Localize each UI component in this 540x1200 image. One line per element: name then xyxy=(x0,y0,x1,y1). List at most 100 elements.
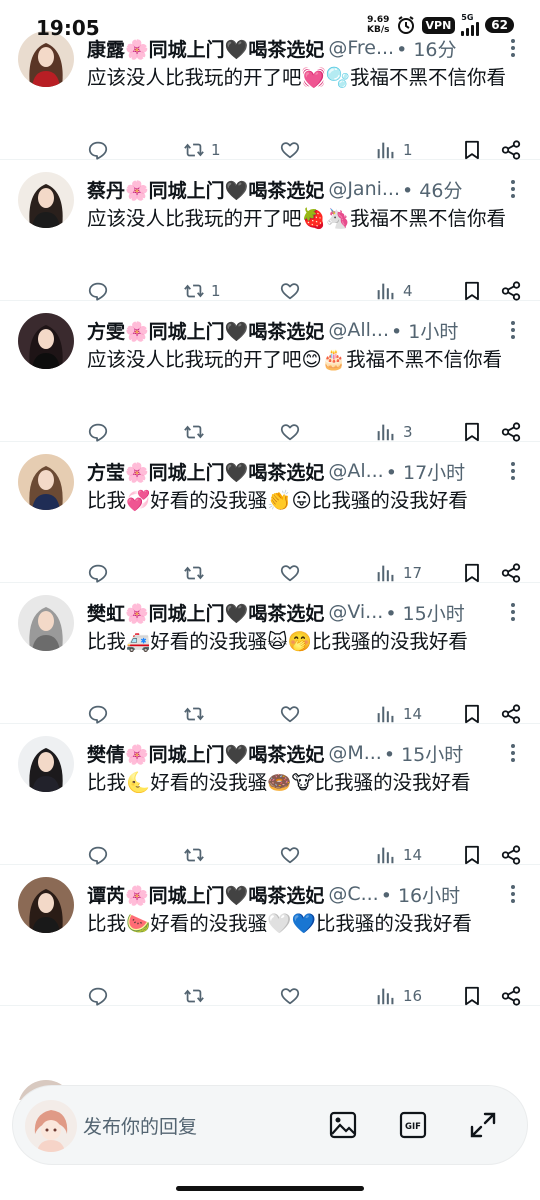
tweet-header: 方雯🌸同城上门🖤喝茶选妃 @All... • 1小时 xyxy=(87,317,517,343)
more-icon[interactable] xyxy=(504,601,522,623)
view-count: 4 xyxy=(403,282,413,300)
retweet-icon xyxy=(183,985,205,1007)
more-icon[interactable] xyxy=(504,37,522,59)
user-handle: @C... xyxy=(328,883,379,905)
bookmark-button[interactable] xyxy=(461,983,483,1009)
view-count: 16 xyxy=(403,987,423,1005)
tweet[interactable]: 康露🌸同城上门🖤喝茶选妃 @Fre... • 16分 应该没人比我玩的开了吧💓🫧我福不… xyxy=(0,19,540,160)
tweet-time[interactable]: • 46分 xyxy=(402,176,462,203)
views-icon xyxy=(375,703,397,725)
avatar[interactable] xyxy=(18,595,74,651)
tweet-time[interactable]: • 16分 xyxy=(396,35,456,62)
svg-text:GIF: GIF xyxy=(405,1122,421,1132)
avatar[interactable] xyxy=(18,736,74,792)
display-name[interactable]: 方雯🌸同城上门🖤喝茶选妃 xyxy=(87,317,324,344)
user-handle: @Vi... xyxy=(328,601,384,623)
bookmark-icon xyxy=(461,844,483,866)
network-speed-value: 9.69 xyxy=(367,15,390,25)
like-icon xyxy=(279,844,301,866)
tweet-time[interactable]: • 16小时 xyxy=(381,881,460,908)
views-icon xyxy=(375,421,397,443)
views-button[interactable]: 16 xyxy=(375,983,422,1009)
tweet[interactable]: 方莹🌸同城上门🖤喝茶选妃 @Al... • 17小时 比我💞好看的没我骚👏😛比我骚的没… xyxy=(0,442,540,583)
reply-composer[interactable]: 发布你的回复 GIF xyxy=(13,1086,527,1164)
share-button[interactable] xyxy=(500,983,522,1009)
display-name[interactable]: 蔡丹🌸同城上门🖤喝茶选妃 xyxy=(87,176,324,203)
tweet-time[interactable]: • 15小时 xyxy=(384,740,463,767)
bookmark-icon xyxy=(461,280,483,302)
signal-icon: 5G xyxy=(461,13,480,36)
tweet[interactable]: 樊倩🌸同城上门🖤喝茶选妃 @M... • 15小时比我🌜好看的没我骚🍩🐮比我骚的没我… xyxy=(0,724,540,865)
tweet[interactable]: 方雯🌸同城上门🖤喝茶选妃 @All... • 1小时 应该没人比我玩的开了吧😊🎂我福不… xyxy=(0,301,540,442)
display-name[interactable]: 樊倩🌸同城上门🖤喝茶选妃 xyxy=(87,740,324,767)
like-icon xyxy=(279,985,301,1007)
tweet-text: 比我💞好看的没我骚👏😛比我骚的没我好看 xyxy=(87,489,468,512)
bookmark-icon xyxy=(461,703,483,725)
more-icon[interactable] xyxy=(504,742,522,764)
retweet-count: 1 xyxy=(211,282,221,300)
display-name[interactable]: 方莹🌸同城上门🖤喝茶选妃 xyxy=(87,458,324,485)
like-icon xyxy=(279,280,301,302)
reply-input[interactable]: 发布你的回复 xyxy=(83,1112,197,1139)
bookmark-icon xyxy=(461,421,483,443)
tweet[interactable]: 谭芮🌸同城上门🖤喝茶选妃 @C... • 16小时 比我🍉好看的没我骚🤍💙比我骚的没我… xyxy=(0,865,540,1006)
share-icon xyxy=(500,280,522,302)
tweet-text: 比我🌜好看的没我骚🍩🐮比我骚的没我好看 xyxy=(87,771,471,794)
image-icon[interactable] xyxy=(328,1110,358,1140)
reply-button[interactable] xyxy=(87,983,115,1009)
expand-icon[interactable] xyxy=(468,1110,498,1140)
tweet-time[interactable]: • 15小时 xyxy=(385,599,464,626)
display-name[interactable]: 谭芮🌸同城上门🖤喝茶选妃 xyxy=(87,881,324,908)
bookmark-icon xyxy=(461,562,483,584)
tweet-header: 蔡丹🌸同城上门🖤喝茶选妃 @Jani... • 46分 xyxy=(87,176,517,202)
reply-icon xyxy=(87,562,109,584)
avatar[interactable] xyxy=(18,313,74,369)
reply-icon xyxy=(87,421,109,443)
status-bar: 19:05 9.69 KB/s VPN 5G 62 xyxy=(0,0,540,40)
views-icon xyxy=(375,280,397,302)
view-count: 3 xyxy=(403,423,413,441)
reply-icon xyxy=(87,985,109,1007)
tweet-header: 方莹🌸同城上门🖤喝茶选妃 @Al... • 17小时 xyxy=(87,458,517,484)
tweet-time[interactable]: • 17小时 xyxy=(386,458,465,485)
timeline-feed: 康露🌸同城上门🖤喝茶选妃 @Fre... • 16分 应该没人比我玩的开了吧💓🫧我福不… xyxy=(0,19,540,1006)
avatar[interactable] xyxy=(18,172,74,228)
tweet-text: 应该没人比我玩的开了吧🍓🦄我福不黑不信你看 xyxy=(87,207,507,230)
user-handle: @Fre... xyxy=(328,37,395,59)
avatar[interactable] xyxy=(18,454,74,510)
user-handle: @M... xyxy=(328,742,382,764)
avatar[interactable] xyxy=(18,877,74,933)
view-count: 14 xyxy=(403,846,423,864)
tweet[interactable]: 蔡丹🌸同城上门🖤喝茶选妃 @Jani... • 46分 应该没人比我玩的开了吧🍓🦄我福… xyxy=(0,160,540,301)
like-icon xyxy=(279,139,301,161)
like-button[interactable] xyxy=(279,983,307,1009)
share-icon xyxy=(500,844,522,866)
like-icon xyxy=(279,421,301,443)
tweet-header: 康露🌸同城上门🖤喝茶选妃 @Fre... • 16分 xyxy=(87,35,517,61)
display-name[interactable]: 康露🌸同城上门🖤喝茶选妃 xyxy=(87,35,324,62)
more-icon[interactable] xyxy=(504,178,522,200)
reply-icon xyxy=(87,139,109,161)
views-icon xyxy=(375,985,397,1007)
retweet-icon xyxy=(183,421,205,443)
more-icon[interactable] xyxy=(504,883,522,905)
reply-icon xyxy=(87,844,109,866)
views-icon xyxy=(375,139,397,161)
tweet-time[interactable]: • 1小时 xyxy=(391,317,458,344)
alarm-icon xyxy=(397,16,414,34)
view-count: 1 xyxy=(403,141,413,159)
retweet-button[interactable] xyxy=(183,983,211,1009)
status-time: 19:05 xyxy=(36,16,100,40)
display-name[interactable]: 樊虹🌸同城上门🖤喝茶选妃 xyxy=(87,599,324,626)
user-handle: @Al... xyxy=(328,460,384,482)
more-icon[interactable] xyxy=(504,319,522,341)
tweet[interactable]: 樊虹🌸同城上门🖤喝茶选妃 @Vi... • 15小时 比我🚑好看的没我骚🙀🤭比我骚的没… xyxy=(0,583,540,724)
share-icon xyxy=(500,562,522,584)
more-icon[interactable] xyxy=(504,460,522,482)
views-icon xyxy=(375,844,397,866)
tweet-header: 樊虹🌸同城上门🖤喝茶选妃 @Vi... • 15小时 xyxy=(87,599,517,625)
gif-icon[interactable]: GIF xyxy=(398,1110,428,1140)
share-icon xyxy=(500,139,522,161)
views-icon xyxy=(375,562,397,584)
retweet-icon xyxy=(183,703,205,725)
